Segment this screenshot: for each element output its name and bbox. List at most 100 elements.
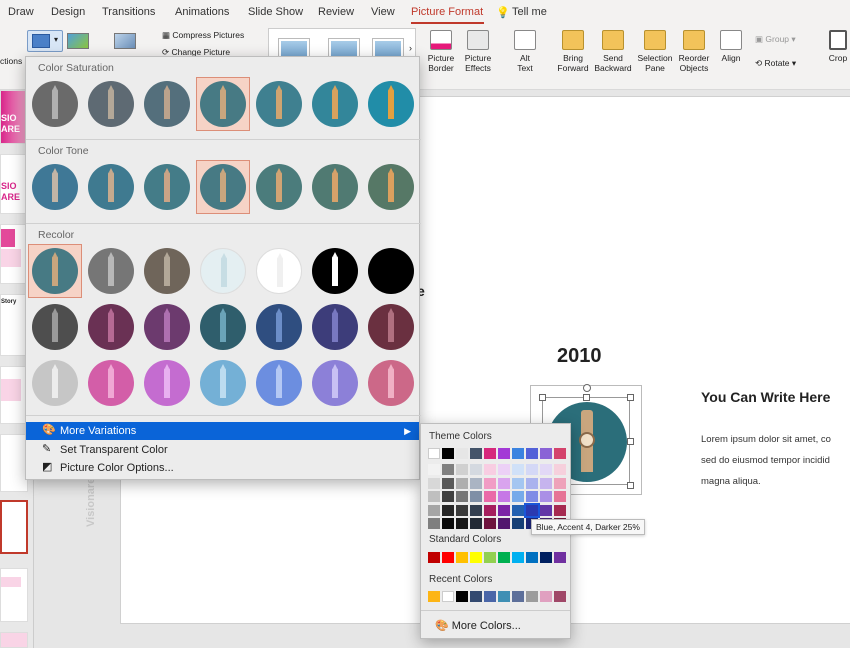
color-variation-option[interactable] bbox=[140, 300, 194, 354]
tab-tell-me[interactable]: Tell me bbox=[512, 6, 547, 18]
resize-handle[interactable] bbox=[627, 482, 634, 489]
color-swatch[interactable] bbox=[498, 464, 510, 475]
color-variation-option[interactable] bbox=[140, 77, 194, 131]
group-button[interactable]: ▣ Group ▾ bbox=[755, 34, 796, 45]
color-swatch[interactable] bbox=[456, 518, 468, 529]
color-swatch[interactable] bbox=[512, 504, 524, 516]
color-swatch[interactable] bbox=[498, 504, 510, 516]
color-swatch[interactable] bbox=[456, 464, 468, 475]
color-variation-option[interactable] bbox=[140, 244, 194, 298]
color-swatch[interactable] bbox=[540, 464, 552, 475]
color-variation-option[interactable] bbox=[252, 160, 306, 214]
color-swatch[interactable] bbox=[554, 448, 566, 459]
color-variation-option[interactable] bbox=[84, 160, 138, 214]
color-variation-option[interactable] bbox=[84, 300, 138, 354]
color-swatch[interactable] bbox=[554, 504, 566, 516]
color-swatch[interactable] bbox=[554, 477, 566, 489]
color-swatch[interactable] bbox=[442, 448, 454, 459]
color-swatch[interactable] bbox=[526, 491, 538, 502]
picture-border-button[interactable]: Picture Border bbox=[423, 30, 459, 73]
color-swatch[interactable] bbox=[512, 464, 524, 475]
color-swatch[interactable] bbox=[484, 477, 496, 489]
slide-thumbnail[interactable]: SIO ARE bbox=[0, 154, 28, 214]
color-swatch[interactable] bbox=[442, 504, 454, 516]
color-variation-option[interactable] bbox=[140, 356, 194, 410]
tab-draw[interactable]: Draw bbox=[8, 6, 34, 18]
color-swatch[interactable] bbox=[456, 504, 468, 516]
reorder-objects-button[interactable]: Reorder Objects bbox=[676, 30, 712, 73]
crop-button[interactable]: Crop bbox=[826, 30, 850, 63]
color-swatch[interactable] bbox=[470, 552, 482, 563]
color-swatch[interactable] bbox=[540, 591, 552, 602]
align-button[interactable]: Align bbox=[716, 30, 746, 63]
color-swatch[interactable] bbox=[484, 464, 496, 475]
color-swatch[interactable] bbox=[456, 477, 468, 489]
send-backward-button[interactable]: Send Backward bbox=[593, 30, 633, 73]
color-swatch[interactable] bbox=[554, 552, 566, 563]
color-swatch[interactable] bbox=[498, 491, 510, 502]
alt-text-button[interactable]: Alt Text bbox=[510, 30, 540, 73]
color-variation-option[interactable] bbox=[364, 300, 418, 354]
color-variation-option[interactable] bbox=[308, 77, 362, 131]
color-swatch[interactable] bbox=[484, 552, 496, 563]
slide-thumbnail[interactable] bbox=[0, 366, 28, 424]
tab-slide-show[interactable]: Slide Show bbox=[248, 6, 303, 18]
color-swatch[interactable] bbox=[442, 491, 454, 502]
color-swatch[interactable] bbox=[442, 464, 454, 475]
color-variation-option[interactable] bbox=[84, 77, 138, 131]
color-variation-option[interactable] bbox=[364, 77, 418, 131]
color-swatch[interactable] bbox=[484, 518, 496, 529]
year-label[interactable]: 2010 bbox=[557, 345, 602, 368]
color-variation-option[interactable] bbox=[140, 160, 194, 214]
resize-handle[interactable] bbox=[627, 438, 634, 445]
bring-forward-button[interactable]: Bring Forward bbox=[555, 30, 591, 73]
color-swatch[interactable] bbox=[554, 491, 566, 502]
color-variation-option[interactable] bbox=[252, 300, 306, 354]
color-variation-option[interactable] bbox=[28, 300, 82, 354]
color-swatch[interactable] bbox=[540, 491, 552, 502]
color-swatch[interactable] bbox=[484, 591, 496, 602]
chevron-right-icon[interactable]: › bbox=[409, 43, 412, 53]
color-swatch[interactable] bbox=[524, 502, 540, 518]
color-swatch[interactable] bbox=[498, 552, 510, 563]
tab-design[interactable]: Design bbox=[51, 6, 85, 18]
color-swatch[interactable] bbox=[512, 552, 524, 563]
color-swatch[interactable] bbox=[428, 448, 440, 459]
color-swatch[interactable] bbox=[442, 591, 454, 602]
tab-animations[interactable]: Animations bbox=[175, 6, 229, 18]
color-swatch[interactable] bbox=[470, 591, 482, 602]
color-swatch[interactable] bbox=[456, 591, 468, 602]
compress-pictures-button[interactable]: ▦ Compress Pictures bbox=[162, 30, 244, 41]
color-swatch[interactable] bbox=[526, 552, 538, 563]
color-swatch[interactable] bbox=[484, 504, 496, 516]
color-swatch[interactable] bbox=[540, 552, 552, 563]
color-swatch[interactable] bbox=[428, 477, 440, 489]
color-swatch[interactable] bbox=[470, 504, 482, 516]
color-swatch[interactable] bbox=[442, 518, 454, 529]
tab-picture-format[interactable]: Picture Format bbox=[411, 6, 483, 18]
color-variation-option[interactable] bbox=[364, 160, 418, 214]
color-swatch[interactable] bbox=[526, 464, 538, 475]
color-swatch[interactable] bbox=[470, 518, 482, 529]
color-variation-option[interactable] bbox=[252, 77, 306, 131]
color-swatch[interactable] bbox=[540, 504, 552, 516]
color-swatch[interactable] bbox=[442, 552, 454, 563]
color-variation-option[interactable] bbox=[196, 77, 250, 131]
color-swatch[interactable] bbox=[540, 448, 552, 459]
slide-thumbnail[interactable] bbox=[0, 224, 28, 284]
color-variation-option[interactable] bbox=[252, 356, 306, 410]
color-swatch[interactable] bbox=[428, 504, 440, 516]
rotate-handle[interactable] bbox=[583, 384, 591, 392]
transparency-icon[interactable] bbox=[114, 33, 136, 49]
color-swatch[interactable] bbox=[526, 591, 538, 602]
color-variation-option[interactable] bbox=[308, 356, 362, 410]
color-swatch[interactable] bbox=[456, 491, 468, 502]
tab-transitions[interactable]: Transitions bbox=[102, 6, 155, 18]
color-variation-option[interactable] bbox=[28, 244, 82, 298]
color-swatch[interactable] bbox=[470, 477, 482, 489]
color-variation-option[interactable] bbox=[84, 244, 138, 298]
color-swatch[interactable] bbox=[484, 448, 496, 459]
slide-thumbnail[interactable] bbox=[0, 632, 28, 648]
color-swatch[interactable] bbox=[428, 591, 440, 602]
color-variation-option[interactable] bbox=[28, 77, 82, 131]
